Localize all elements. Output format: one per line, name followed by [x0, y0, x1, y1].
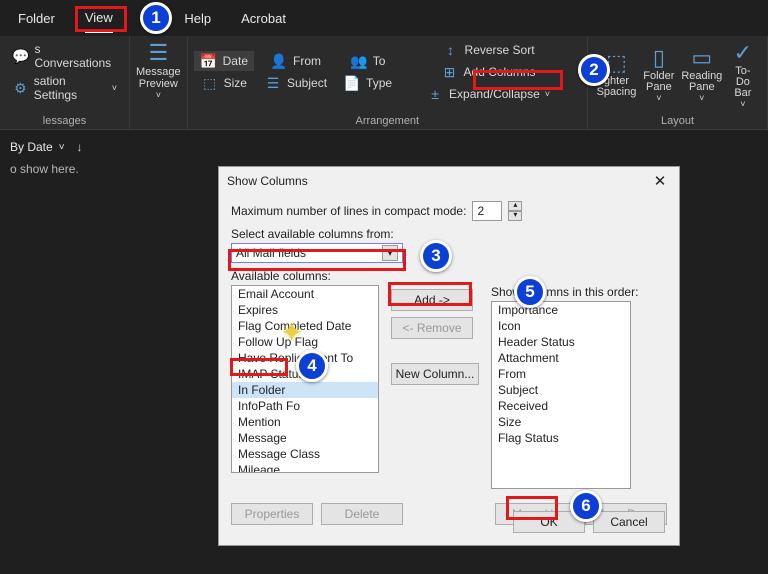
shown-columns-list[interactable]: ImportanceIconHeader StatusAttachmentFro… — [491, 301, 631, 489]
new-column-button[interactable]: New Column... — [391, 363, 479, 385]
shown-item[interactable]: Attachment — [492, 350, 630, 366]
shown-item[interactable]: Importance — [492, 302, 630, 318]
size-icon: ⬚ — [201, 75, 219, 91]
avail-item[interactable]: Expires — [232, 302, 378, 318]
menu-folder[interactable]: Folder — [18, 5, 55, 32]
callout-5: 5 — [514, 276, 546, 308]
arrange-from-button[interactable]: 👤From — [258, 51, 333, 71]
messages-label: lessages — [6, 115, 123, 127]
shown-item[interactable]: Icon — [492, 318, 630, 334]
folder-pane-icon: ▯ — [645, 45, 673, 71]
reading-pane-icon: ▭ — [688, 45, 716, 71]
close-button[interactable]: ✕ — [649, 172, 671, 190]
callout-2: 2 — [578, 54, 610, 86]
shown-item[interactable]: Size — [492, 414, 630, 430]
avail-item[interactable]: InfoPath Fo — [232, 398, 378, 414]
menu-help[interactable]: Help — [184, 5, 211, 32]
arrange-size-button[interactable]: ⬚Size — [194, 73, 254, 93]
conversation-icon: 💬 — [12, 48, 29, 64]
arrange-to-button[interactable]: 👥To — [337, 51, 398, 71]
cursor-highlight-icon: ✦ — [280, 316, 303, 349]
type-icon: 📄 — [343, 75, 361, 91]
to-icon: 👥 — [350, 53, 368, 69]
shown-item[interactable]: Header Status — [492, 334, 630, 350]
arrange-type-button[interactable]: 📄Type — [337, 73, 398, 93]
menu-view[interactable]: View — [85, 4, 113, 33]
add-columns-button[interactable]: ⊞Add Columns — [420, 62, 556, 82]
callout-1: 1 — [140, 2, 172, 34]
avail-item[interactable]: Mileage — [232, 462, 378, 473]
arrange-subject-button[interactable]: ☰Subject — [258, 73, 333, 93]
avail-item[interactable]: Mention — [232, 414, 378, 430]
select-columns-combo[interactable]: All Mail fields ▾ — [231, 243, 403, 263]
conversation-settings-button[interactable]: ⚙sation Settings ˅ — [6, 72, 123, 104]
select-from-label: Select available columns from: — [231, 227, 667, 241]
todo-icon: ✓ — [729, 40, 757, 66]
avail-item[interactable]: Email Account — [232, 286, 378, 302]
todo-bar-button[interactable]: ✓To-Do Bar˅ — [725, 40, 761, 108]
reverse-sort-icon: ↕ — [442, 42, 460, 58]
dialog-title: Show Columns — [227, 174, 308, 188]
add-button[interactable]: Add -> — [391, 289, 473, 311]
shown-item[interactable]: Flag Status — [492, 430, 630, 446]
callout-4: 4 — [296, 350, 328, 382]
folder-pane-button[interactable]: ▯Folder Pane˅ — [639, 40, 679, 108]
from-icon: 👤 — [270, 53, 288, 69]
chevron-down-icon: ▾ — [382, 245, 398, 261]
arrange-date-button[interactable]: 📅Date — [194, 51, 254, 71]
sort-direction-button[interactable]: ↓ — [77, 140, 83, 154]
properties-button[interactable]: Properties — [231, 503, 313, 525]
menu-bar: Folder View er Help Acrobat — [0, 0, 768, 36]
avail-item[interactable]: In Folder — [232, 382, 378, 398]
ribbon-arrangement-group: 📅Date 👤From 👥To ⬚Size ☰Subject 📄Type ↕Re… — [187, 36, 588, 129]
empty-message: o show here. — [10, 162, 190, 176]
callout-3: 3 — [420, 240, 452, 272]
chevron-down-icon: ˅ — [59, 142, 65, 153]
gear-icon: ⚙ — [12, 80, 29, 96]
conversations-button[interactable]: 💬s Conversations — [6, 40, 123, 72]
show-columns-dialog: Show Columns ✕ Maximum number of lines i… — [218, 166, 680, 546]
reading-pane-button[interactable]: ▭Reading Pane˅ — [679, 40, 725, 108]
subject-icon: ☰ — [264, 75, 282, 91]
avail-item[interactable]: Message Class — [232, 446, 378, 462]
add-columns-icon: ⊞ — [441, 64, 459, 80]
avail-item[interactable]: Flag Completed Date — [232, 318, 378, 334]
ribbon: 💬s Conversations ⚙sation Settings ˅ less… — [0, 36, 768, 130]
cancel-button[interactable]: Cancel — [593, 511, 665, 533]
available-label: Available columns: — [231, 269, 667, 283]
max-lines-label: Maximum number of lines in compact mode: — [231, 204, 466, 218]
ribbon-layout-group: ⬚ghter Spacing ▯Folder Pane˅ ▭Reading Pa… — [588, 36, 768, 129]
left-pane: By Date ˅ ↓ o show here. — [0, 130, 200, 186]
shown-item[interactable]: Subject — [492, 382, 630, 398]
menu-acrobat[interactable]: Acrobat — [241, 5, 286, 32]
arrangement-label: Arrangement — [194, 115, 581, 127]
expand-collapse-button[interactable]: ±Expand/Collapse ˅ — [420, 84, 556, 104]
shown-item[interactable]: From — [492, 366, 630, 382]
ribbon-messages-group: 💬s Conversations ⚙sation Settings ˅ less… — [0, 36, 130, 129]
layout-label: Layout — [594, 115, 761, 127]
expand-icon: ± — [426, 86, 444, 102]
message-preview-button[interactable]: ☰ Message Preview ˅ — [130, 36, 187, 104]
calendar-icon: 📅 — [200, 53, 218, 69]
sort-bydate[interactable]: By Date ˅ — [10, 140, 65, 154]
avail-item[interactable]: Message — [232, 430, 378, 446]
reverse-sort-button[interactable]: ↕Reverse Sort — [420, 40, 556, 60]
callout-6: 6 — [570, 490, 602, 522]
avail-item[interactable]: Follow Up Flag — [232, 334, 378, 350]
spin-down[interactable]: ▾ — [508, 211, 522, 221]
shown-item[interactable]: Received — [492, 398, 630, 414]
max-lines-input[interactable]: 2 — [472, 201, 502, 221]
remove-button[interactable]: <- Remove — [391, 317, 473, 339]
delete-button[interactable]: Delete — [321, 503, 403, 525]
message-preview-icon: ☰ — [144, 40, 172, 66]
